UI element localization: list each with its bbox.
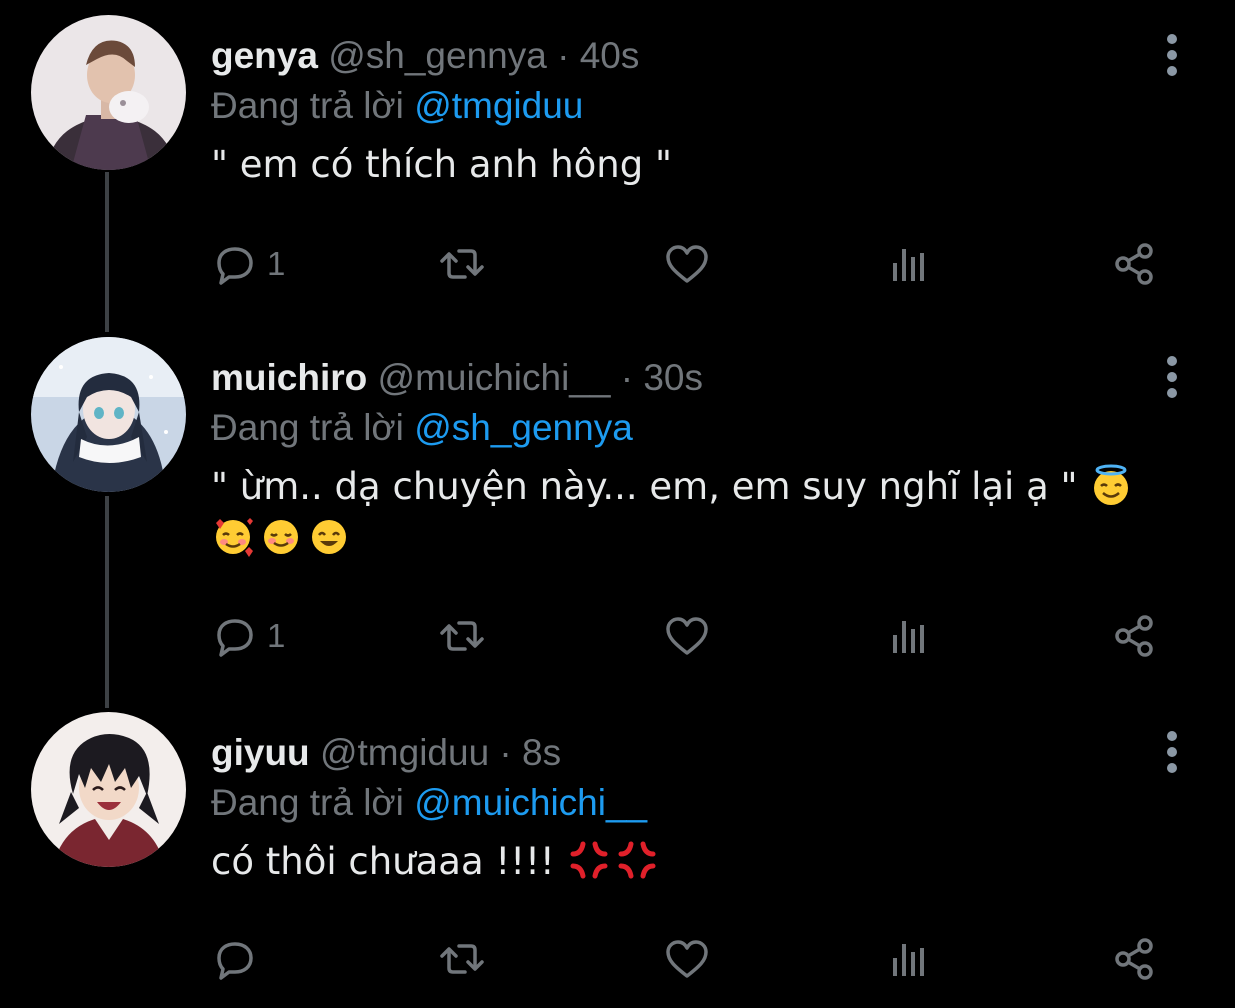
tweet-actions: 1 xyxy=(211,611,1171,661)
avatar[interactable] xyxy=(31,337,186,492)
display-name[interactable]: genya xyxy=(211,35,318,76)
share-button[interactable] xyxy=(1111,239,1157,289)
reply-count: 1 xyxy=(267,245,286,282)
more-options-icon[interactable] xyxy=(1162,33,1182,77)
separator: · xyxy=(546,35,580,76)
avatar-genya-image xyxy=(31,15,186,170)
like-button[interactable] xyxy=(664,239,710,289)
user-handle[interactable]: @tmgiduu xyxy=(320,732,489,773)
replying-to: Đang trả lời @tmgiduu xyxy=(211,85,583,127)
avatar-muichiro-image xyxy=(31,337,186,492)
like-button[interactable] xyxy=(664,934,710,984)
tweet[interactable]: muichiro @muichichi__ · 30s Đang trả lời… xyxy=(0,337,1235,687)
reply-button[interactable] xyxy=(211,934,267,984)
tweet-text-content: " em có thích anh hông " xyxy=(211,143,673,186)
share-icon xyxy=(1115,938,1153,980)
reply-button[interactable]: 1 xyxy=(211,239,285,289)
tweet-actions: 1 xyxy=(211,239,1171,289)
more-options-icon[interactable] xyxy=(1162,730,1182,774)
anger-symbol-icon xyxy=(615,838,659,882)
retweet-icon xyxy=(440,621,484,651)
analytics-icon xyxy=(893,944,924,976)
replying-to: Đang trả lời @muichichi__ xyxy=(211,782,647,824)
avatar-giyuu-image xyxy=(31,712,186,867)
separator: · xyxy=(489,732,523,773)
retweet-button[interactable] xyxy=(439,239,485,289)
mention-link[interactable]: @tmgiduu xyxy=(414,85,583,126)
like-button[interactable] xyxy=(664,611,710,661)
replying-label: Đang trả lời xyxy=(211,407,415,448)
tweet-text-content: " ừm.. dạ chuyện này... em, em suy nghĩ … xyxy=(211,465,1078,508)
tweet-header: giyuu @tmgiduu · 8s xyxy=(211,732,561,774)
tweet[interactable]: giyuu @tmgiduu · 8s Đang trả lời @muichi… xyxy=(0,712,1235,1008)
tweet-header: muichiro @muichichi__ · 30s xyxy=(211,357,703,399)
tweet[interactable]: genya @sh_gennya · 40s Đang trả lời @tmg… xyxy=(0,15,1235,315)
reply-icon xyxy=(217,247,253,285)
analytics-icon xyxy=(893,249,924,281)
display-name[interactable]: giyuu xyxy=(211,732,310,773)
tweet-actions xyxy=(211,934,1171,984)
analytics-icon xyxy=(893,621,924,653)
replying-label: Đang trả lời xyxy=(211,782,415,823)
user-handle[interactable]: @sh_gennya xyxy=(328,35,547,76)
timestamp[interactable]: 40s xyxy=(580,35,640,76)
share-icon xyxy=(1115,615,1153,657)
smiling-face-with-halo-icon xyxy=(1089,463,1133,507)
share-button[interactable] xyxy=(1111,611,1157,661)
display-name[interactable]: muichiro xyxy=(211,357,367,398)
timestamp[interactable]: 30s xyxy=(643,357,703,398)
reply-icon xyxy=(217,942,253,980)
anger-symbol-icon xyxy=(567,838,611,882)
like-icon xyxy=(666,940,708,978)
tweet-text: " em có thích anh hông " xyxy=(211,139,1171,191)
reply-button[interactable]: 1 xyxy=(211,611,285,661)
share-icon xyxy=(1115,243,1153,285)
tweet-text-content: có thôi chưaaa !!!! xyxy=(211,840,555,883)
retweet-button[interactable] xyxy=(439,611,485,661)
analytics-button[interactable] xyxy=(887,239,933,289)
user-handle[interactable]: @muichichi__ xyxy=(378,357,611,398)
retweet-icon xyxy=(440,944,484,974)
tweet-text: có thôi chưaaa !!!! xyxy=(211,836,1171,888)
smiling-face-with-hearts-icon xyxy=(211,515,255,559)
share-button[interactable] xyxy=(1111,934,1157,984)
separator: · xyxy=(610,357,644,398)
avatar[interactable] xyxy=(31,712,186,867)
replying-label: Đang trả lời xyxy=(211,85,415,126)
retweet-icon xyxy=(440,249,484,279)
reply-icon xyxy=(217,619,253,657)
like-icon xyxy=(666,617,708,655)
tweet-text: " ừm.. dạ chuyện này... em, em suy nghĩ … xyxy=(211,461,1171,565)
mention-link[interactable]: @muichichi__ xyxy=(414,782,647,823)
smiling-face-icon xyxy=(259,515,303,559)
mention-link[interactable]: @sh_gennya xyxy=(414,407,633,448)
tweet-header: genya @sh_gennya · 40s xyxy=(211,35,639,77)
timestamp[interactable]: 8s xyxy=(522,732,561,773)
retweet-button[interactable] xyxy=(439,934,485,984)
like-icon xyxy=(666,245,708,283)
smiling-face-with-smiling-eyes-icon xyxy=(307,515,351,559)
analytics-button[interactable] xyxy=(887,934,933,984)
avatar[interactable] xyxy=(31,15,186,170)
analytics-button[interactable] xyxy=(887,611,933,661)
reply-count: 1 xyxy=(267,617,286,654)
replying-to: Đang trả lời @sh_gennya xyxy=(211,407,633,449)
more-options-icon[interactable] xyxy=(1162,355,1182,399)
